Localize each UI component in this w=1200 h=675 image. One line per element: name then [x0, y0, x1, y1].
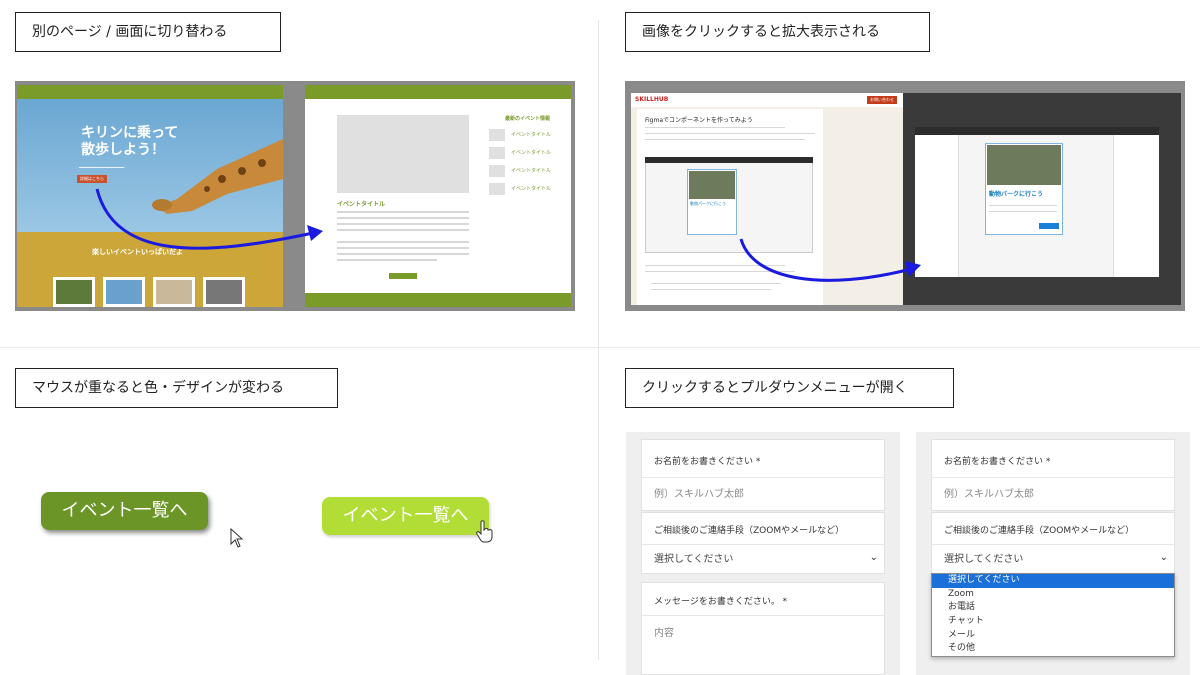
section-label-image-zoom: 画像をクリックすると拡大表示される [625, 12, 930, 52]
name-input-2[interactable]: 例）スキルハブ太郎 [932, 477, 1174, 511]
message-textarea[interactable]: 内容 [642, 615, 884, 651]
option-zoom[interactable]: Zoom [932, 588, 1174, 602]
infographic: 別のページ / 画面に切り替わる キリンに乗って 散歩しよう！ ━━━━━━━━… [0, 0, 1200, 675]
name-field-box-2: お名前をお書きください * 例）スキルハブ太郎 [931, 439, 1175, 511]
contact-select[interactable]: 選択してください [642, 544, 884, 574]
form-open: お名前をお書きください * 例）スキルハブ太郎 ご相談後のご連絡手段（ZOOMや… [916, 432, 1190, 675]
name-label-2: お名前をお書きください * [944, 457, 1051, 467]
name-label: お名前をお書きください * [654, 457, 761, 467]
form-closed: お名前をお書きください * 例）スキルハブ太郎 ご相談後のご連絡手段（ZOOMや… [626, 432, 900, 675]
event-list-button[interactable]: イベント一覧へ [41, 492, 208, 530]
hand-cursor-icon [476, 520, 493, 543]
contact-field-box-2: ご相談後のご連絡手段（ZOOMやメールなど） 選択してください ⌄ [931, 512, 1175, 574]
contact-label-2: ご相談後のご連絡手段（ZOOMやメールなど） [944, 526, 1135, 536]
event-list-button-hover[interactable]: イベント一覧へ [322, 497, 489, 535]
option-mail[interactable]: メール [932, 629, 1174, 643]
page-change-screenshot: キリンに乗って 散歩しよう！ ━━━━━━━━━━━━━━━ 詳細はこちら 楽し… [15, 81, 575, 311]
option-other[interactable]: その他 [932, 642, 1174, 656]
horizontal-divider [0, 347, 1200, 348]
arrow-cursor-icon [230, 528, 244, 548]
contact-label: ご相談後のご連絡手段（ZOOMやメールなど） [654, 526, 845, 536]
section-label-page-change: 別のページ / 画面に切り替わる [15, 12, 281, 52]
chevron-down-icon: ⌄ [869, 552, 878, 563]
option-chat[interactable]: チャット [932, 615, 1174, 629]
transition-arrow [95, 188, 323, 250]
option-select[interactable]: 選択してください [932, 574, 1174, 588]
image-zoom-screenshot: SKILLHUB お問い合わせ Figmaでコンポーネントを作ってみよう 動物パ… [625, 81, 1185, 311]
section-label-dropdown: クリックするとプルダウンメニューが開く [625, 368, 954, 408]
vertical-divider [598, 20, 599, 660]
option-phone[interactable]: お電話 [932, 601, 1174, 615]
contact-field-box: ご相談後のご連絡手段（ZOOMやメールなど） 選択してください ⌄ [641, 512, 885, 574]
contact-dropdown-list: 選択してください Zoom お電話 チャット メール その他 [931, 573, 1175, 657]
contact-select-2[interactable]: 選択してください [932, 544, 1174, 574]
zoom-arrow [739, 238, 921, 282]
section-label-hover: マウスが重なると色・デザインが変わる [15, 368, 338, 408]
name-field-box: お名前をお書きください * 例）スキルハブ太郎 [641, 439, 885, 511]
chevron-down-icon-2: ⌄ [1159, 552, 1168, 563]
name-input[interactable]: 例）スキルハブ太郎 [642, 477, 884, 511]
message-label: メッセージをお書きください。 * [654, 597, 788, 607]
message-field-box: メッセージをお書きください。 * 内容 [641, 582, 885, 675]
